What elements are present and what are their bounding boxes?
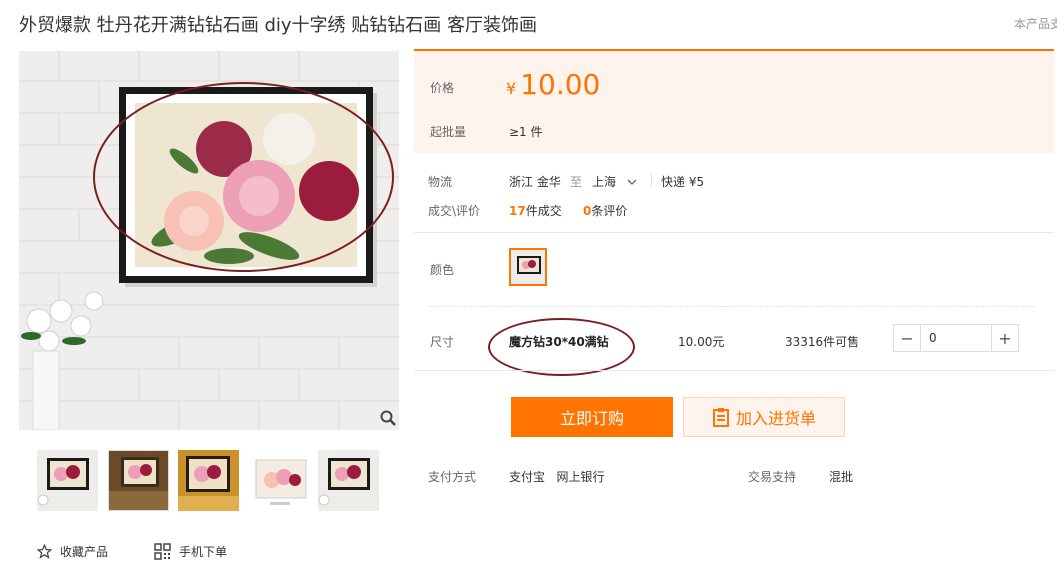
thumbnail-4[interactable] (250, 450, 311, 511)
size-label: 尺寸 (430, 335, 455, 349)
qrcode-icon (154, 543, 171, 560)
deals-summary: 17件成交 (509, 202, 562, 219)
zoom-icon[interactable] (379, 409, 397, 427)
add-to-cart-label: 加入进货单 (735, 411, 816, 428)
quantity-plus-button[interactable]: + (991, 325, 1018, 351)
clipboard-icon (712, 408, 729, 427)
quantity-input[interactable] (921, 325, 991, 351)
color-label: 颜色 (430, 263, 455, 277)
buy-now-button[interactable]: 立即订购 (511, 397, 673, 437)
main-product-image[interactable] (19, 51, 399, 430)
review-count-suffix: 条评价 (591, 204, 628, 218)
size-stock: 33316件可售 (785, 335, 860, 349)
size-option: 魔方钻30*40满钻 (509, 335, 609, 349)
size-price: 10.00元 (678, 335, 725, 349)
price-number: 10.00 (520, 68, 601, 101)
thumbnail-2[interactable] (108, 450, 169, 511)
dashed-divider (429, 306, 1034, 307)
trade-support-value: 混批 (829, 470, 854, 484)
thumbnail-1[interactable] (37, 450, 98, 511)
chevron-down-icon[interactable] (627, 175, 637, 189)
deal-count-suffix: 件成交 (525, 204, 562, 218)
payment-label: 支付方式 (428, 470, 477, 484)
divider (414, 232, 1054, 233)
product-title: 外贸爆款 牡丹花开满钻钻石画 diy十字绣 贴钻钻石画 客厅装饰画 (19, 15, 537, 36)
review-summary[interactable]: 0条评价 (583, 202, 627, 219)
star-icon (37, 544, 52, 559)
favorite-label: 收藏产品 (60, 545, 109, 559)
quantity-stepper: − + (893, 324, 1019, 352)
moq-value: ≥1 件 (509, 125, 543, 139)
shipping-fee: 快递 ¥5 (661, 175, 705, 189)
price-label: 价格 (430, 81, 455, 95)
mobile-order-link[interactable]: 手机下单 (154, 543, 227, 560)
moq-label: 起批量 (430, 125, 467, 139)
logistics-from: 浙江 金华 (509, 175, 561, 189)
thumbnail-3[interactable] (178, 450, 239, 511)
mobile-order-label: 手机下单 (179, 545, 228, 559)
deals-label: 成交\评价 (428, 204, 481, 218)
price-value: ¥10.00 (506, 68, 600, 101)
payment-methods: 支付宝 网上银行 (509, 470, 605, 484)
trade-support-label: 交易支持 (748, 470, 797, 484)
thumbnail-5[interactable] (318, 450, 379, 511)
logistics-label: 物流 (428, 175, 453, 189)
divider (414, 370, 1054, 371)
deal-count: 17 (509, 204, 526, 218)
add-to-cart-button[interactable]: 加入进货单 (683, 397, 845, 437)
color-swatch-selected[interactable] (509, 248, 547, 286)
side-note: 本产品支 (1014, 17, 1057, 31)
currency-symbol: ¥ (506, 79, 517, 98)
quantity-minus-button[interactable]: − (894, 325, 921, 351)
separator (651, 173, 652, 187)
favorite-product-link[interactable]: 收藏产品 (37, 543, 108, 560)
logistics-to-word: 至 (570, 175, 583, 189)
logistics-destination[interactable]: 上海 (592, 173, 616, 190)
